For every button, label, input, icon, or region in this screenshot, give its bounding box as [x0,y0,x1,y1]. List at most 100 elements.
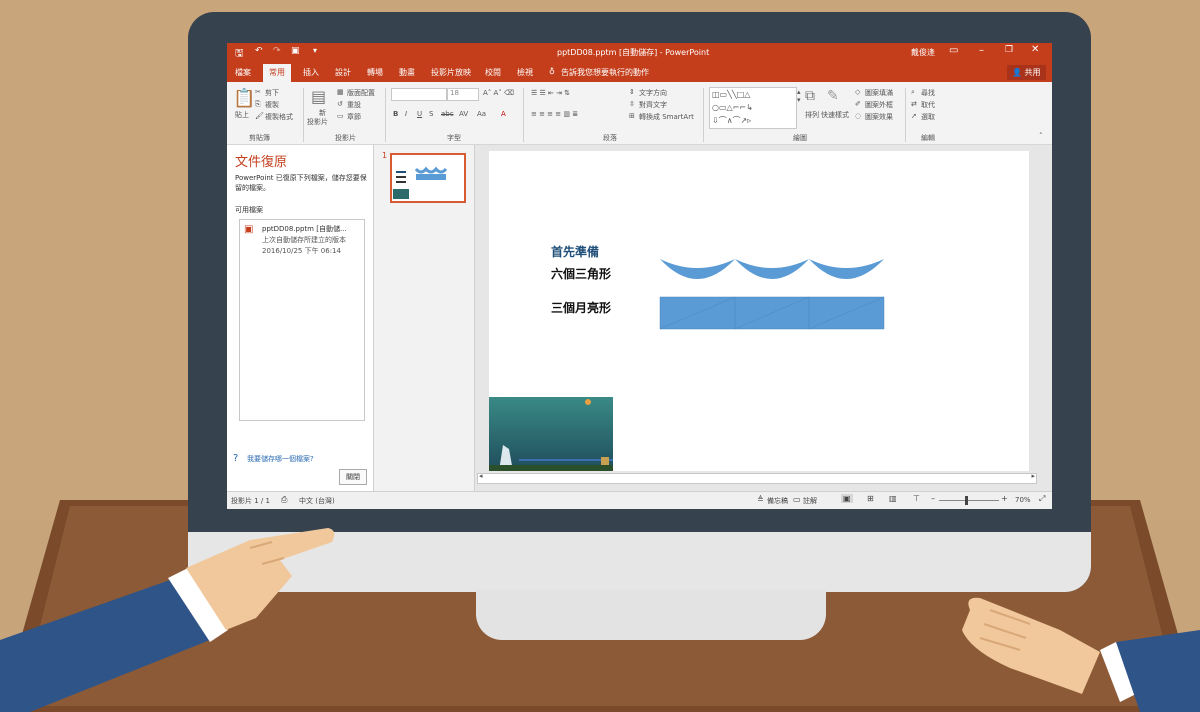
slide-thumbnail[interactable] [390,153,466,203]
zoom-level[interactable]: 70% [1015,496,1031,504]
slide-text-line-2[interactable]: 三個月亮形 [551,299,611,316]
comments-button[interactable]: 註解 [803,496,817,506]
copy-label[interactable]: 複製 [265,100,279,110]
shape-outline-label[interactable]: 圖案外框 [865,100,893,110]
spell-check-icon[interactable]: ⎙ [281,495,287,505]
replace-label[interactable]: 取代 [921,100,935,110]
font-name-box[interactable] [391,88,447,101]
arrange-label[interactable]: 排列 [805,110,819,120]
reset-label[interactable]: 重設 [347,100,361,110]
slide-heading[interactable]: 首先準備 [551,243,599,260]
italic-icon[interactable]: I [405,110,407,118]
close-icon[interactable]: ✕ [1031,44,1039,55]
tab-design[interactable]: 設計 [335,67,351,78]
tab-home[interactable]: 常用 [263,64,291,84]
font-size-box[interactable]: 18 [447,88,479,101]
paste-icon[interactable]: 📋 [233,88,255,109]
bullets-icon[interactable]: ☰ ☰ ⇤ ⇥ ⇅ [531,89,570,97]
scroll-right-icon[interactable]: ▸ [1031,472,1035,480]
tab-slideshow[interactable]: 投影片放映 [431,67,471,78]
reading-view-icon[interactable]: ▥ [889,494,897,503]
quick-styles-icon[interactable]: ✎ [827,88,839,104]
new-slide-icon[interactable]: ▤ [311,87,326,106]
font-color-icon[interactable]: A [501,110,506,118]
zoom-slider[interactable] [939,496,999,505]
tab-review[interactable]: 校閱 [485,67,501,78]
horizontal-scrollbar[interactable]: ◂ ▸ [477,472,1037,484]
slideshow-icon[interactable]: ⊤ [913,494,920,503]
format-painter-label[interactable]: 複製格式 [265,112,293,122]
change-case-icon[interactable]: Aa [477,110,486,118]
tab-insert[interactable]: 插入 [303,67,319,78]
zoom-out-icon[interactable]: – [931,494,935,503]
slideshow-from-start-icon[interactable]: ▣ [291,46,300,56]
tab-animations[interactable]: 動畫 [399,67,415,78]
minimize-icon[interactable]: – [979,45,984,56]
game-scene-image[interactable] [489,397,613,471]
slide-sorter-icon[interactable]: ⊞ [867,494,874,503]
language-status[interactable]: 中文 (台灣) [299,496,335,506]
help-link[interactable]: 我要儲存哪一個檔案? [247,454,314,464]
cut-icon[interactable]: ✂ [255,88,261,96]
restore-icon[interactable]: ❐ [1005,45,1013,55]
fit-slide-icon[interactable]: ⤢ [1039,494,1045,504]
list-item[interactable]: ▣ pptDD08.pptm [自動儲... 上次自動儲存所建立的版本 2016… [244,224,362,264]
bold-icon[interactable]: B [393,110,398,118]
share-button[interactable]: 👤 共用 [1007,65,1046,80]
shape-effects-label[interactable]: 圖案效果 [865,112,893,122]
tab-transitions[interactable]: 轉場 [367,67,383,78]
paste-label[interactable]: 貼上 [235,110,249,120]
align-icons[interactable]: ≡ ≡ ≡ ≡ ▥ ≣ [531,110,578,118]
undo-icon[interactable]: ↶ [255,46,263,56]
user-name[interactable]: 戴俊逢 [911,47,935,58]
shape-fill-label[interactable]: 圖案填滿 [865,88,893,98]
find-label[interactable]: 尋找 [921,88,935,98]
select-icon[interactable]: ➚ [911,112,917,120]
save-icon[interactable]: 🖫 [235,46,244,63]
scroll-left-icon[interactable]: ◂ [479,472,483,480]
align-text-label[interactable]: 對齊文字 [639,100,667,110]
help-icon[interactable]: ? [233,453,238,464]
underline-icon[interactable]: U [417,110,422,118]
zoom-slider-thumb[interactable] [965,496,968,505]
tab-view[interactable]: 檢視 [517,67,533,78]
new-slide-label-2[interactable]: 投影片 [307,117,328,127]
layout-label[interactable]: 版面配置 [347,88,375,98]
gallery-scroll-icon[interactable]: ▴ ▾ [797,88,801,104]
shape-effects-icon[interactable]: ◌ [855,112,861,120]
text-direction-icon[interactable]: ⇕ [629,88,635,96]
layout-icon[interactable]: ▦ [337,88,344,96]
cut-label[interactable]: 剪下 [265,88,279,98]
smartart-label[interactable]: 轉換成 SmartArt [639,112,694,122]
redo-icon[interactable]: ↷ [273,46,281,56]
text-direction-label[interactable]: 文字方向 [639,88,667,98]
shape-fill-icon[interactable]: ◇ [855,88,860,96]
copy-icon[interactable]: ⎘ [255,100,261,109]
collapse-ribbon-icon[interactable]: ˄ [1039,132,1043,140]
smartart-icon[interactable]: ⊞ [629,112,635,120]
section-label[interactable]: 章節 [347,112,361,122]
find-icon[interactable]: ⌕ [911,88,915,97]
normal-view-icon[interactable]: ▣ [841,494,853,503]
notes-button[interactable]: 備忘稿 [767,496,788,506]
tell-me-box[interactable]: 告訴我您想要執行的動作 [561,67,649,78]
arrange-icon[interactable]: ⧉ [805,88,815,104]
replace-icon[interactable]: ⇄ [911,100,917,108]
shapes-gallery[interactable]: ◫▭╲╲□△ ○▭△⌐⌐↳ ⇩⌒∧⌒↗▹ [709,87,797,129]
section-icon[interactable]: ▭ [337,112,344,120]
customize-toolbar-icon[interactable]: ▾ [313,46,317,55]
format-painter-icon[interactable]: 🖌 [255,112,264,120]
reset-icon[interactable]: ↺ [337,100,343,108]
strikethrough-icon[interactable]: abc [441,110,454,118]
close-button[interactable]: 關閉 [339,469,367,485]
align-text-icon[interactable]: ⇳ [629,100,635,108]
slide-text-line-1[interactable]: 六個三角形 [551,265,611,282]
grow-font-icon[interactable]: A˄ A˅ ⌫ [483,89,514,97]
tab-file[interactable]: 檔案 [235,67,251,78]
char-spacing-icon[interactable]: AV [459,110,468,118]
shadow-icon[interactable]: S [429,110,433,118]
quick-styles-label[interactable]: 快速樣式 [821,110,849,120]
notes-icon[interactable]: ≜ [757,495,764,504]
select-label[interactable]: 選取 [921,112,935,122]
zoom-in-icon[interactable]: + [1001,494,1008,503]
